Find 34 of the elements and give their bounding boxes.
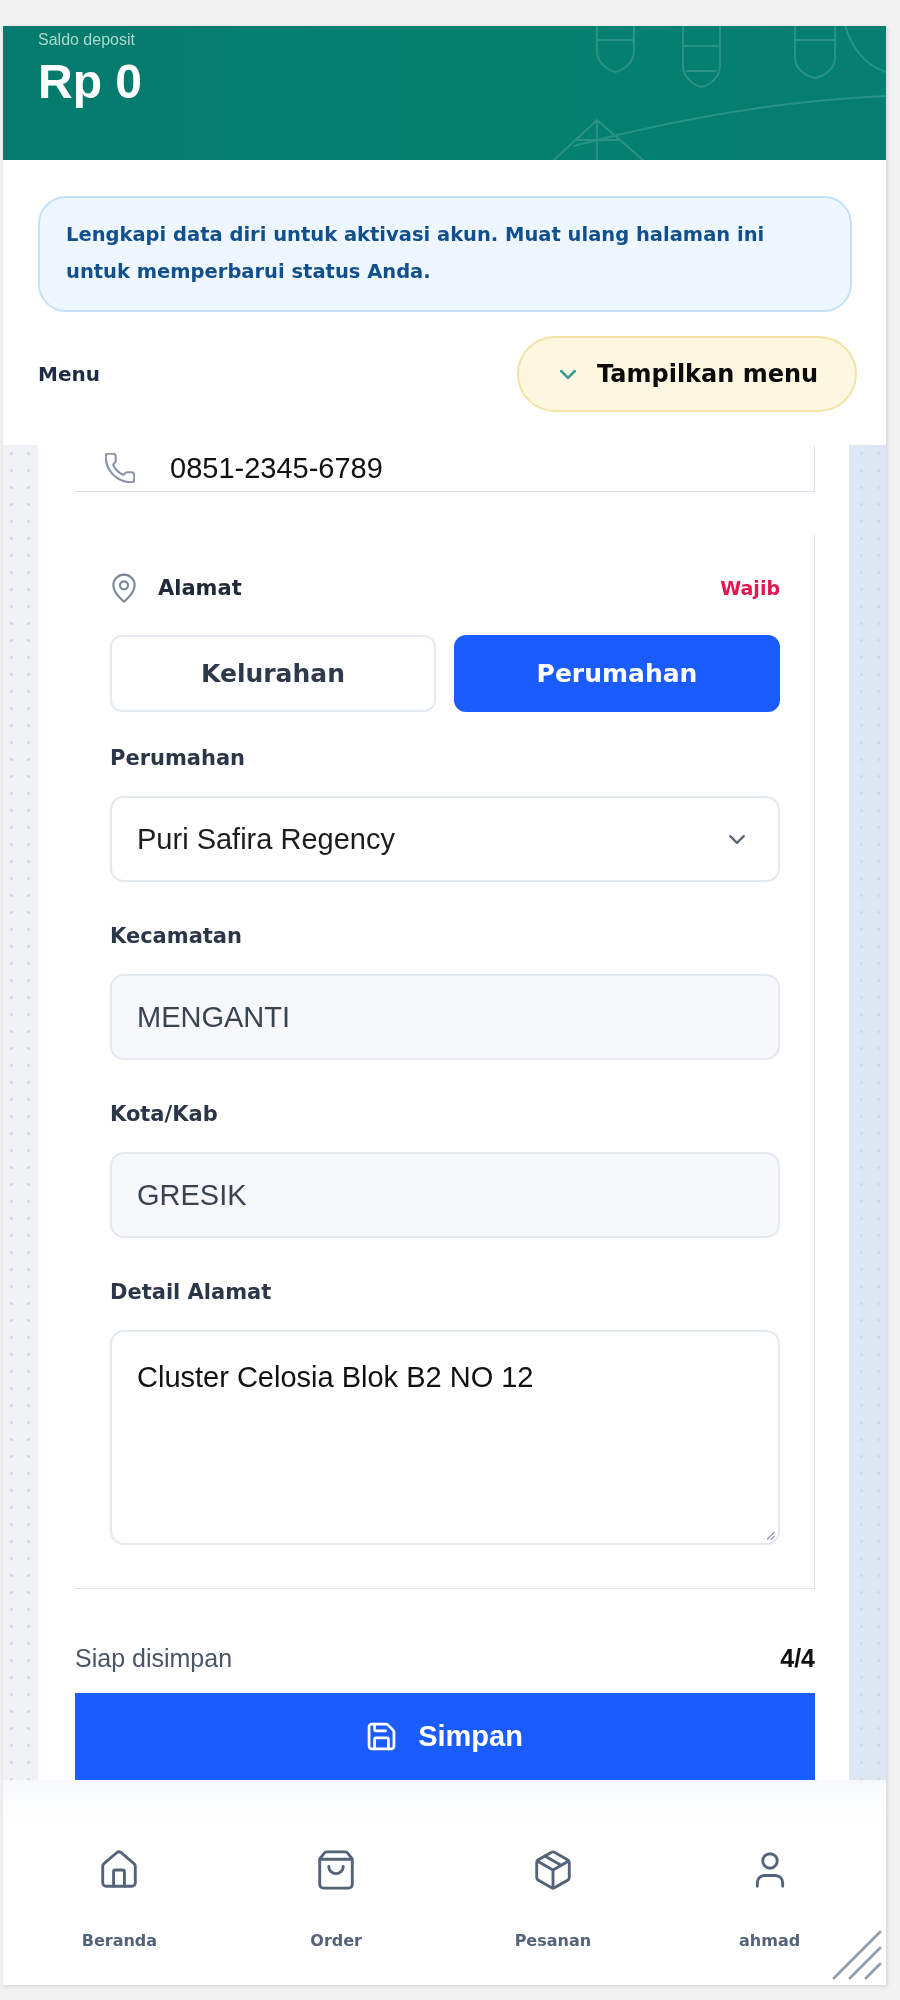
location-pin-icon (110, 572, 138, 604)
section-title: Alamat (158, 576, 242, 600)
nav-item[interactable]: Order (227, 1780, 445, 1985)
notice-message: Lengkapi data diri untuk aktivasi akun. Muat ulang halaman ini untuk memperbarui status Anda. (38, 196, 852, 312)
segment-button[interactable]: Kelurahan (110, 635, 436, 712)
resize-handle-icon[interactable] (766, 1531, 775, 1540)
balance-label: Saldo deposit (38, 30, 135, 50)
textarea-field[interactable]: Cluster Celosia Blok B2 NO 12 (110, 1330, 780, 1545)
menu-toggle-button[interactable]: Tampilkan menu (517, 336, 857, 412)
field-label: Kecamatan (110, 923, 242, 950)
segment-button[interactable]: Perumahan (454, 635, 780, 712)
nav-item[interactable]: Beranda (11, 1780, 228, 1985)
field-label: Detail Alamat (110, 1279, 272, 1306)
phone-field[interactable]: 0851-2345-6789 (75, 445, 815, 492)
resize-grip-icon[interactable] (830, 1928, 882, 1980)
balance-amount: Rp 0 (38, 54, 142, 110)
input-field[interactable]: MENGANTI (110, 974, 780, 1060)
chevron-down-icon (560, 369, 576, 379)
box-icon (533, 1850, 572, 1890)
home-icon (100, 1850, 139, 1890)
phone-icon (105, 453, 135, 483)
save-button[interactable]: Simpan (75, 1693, 815, 1780)
chevron-down-icon (729, 834, 745, 844)
required-label: Wajib (720, 577, 780, 599)
nav-item[interactable]: Pesanan (444, 1780, 662, 1985)
dropdown-field[interactable]: Puri Safira Regency (110, 796, 780, 882)
input-field[interactable]: GRESIK (110, 1152, 780, 1238)
nav-item[interactable]: ahmad (661, 1780, 878, 1985)
progress-count: 4/4 (780, 1643, 815, 1673)
shopping-bag-icon (317, 1850, 356, 1890)
menu-label: Menu (38, 362, 100, 386)
save-status-text: Siap disimpan (75, 1643, 233, 1673)
field-label: Kota/Kab (110, 1101, 218, 1128)
field-label: Perumahan (110, 745, 246, 772)
